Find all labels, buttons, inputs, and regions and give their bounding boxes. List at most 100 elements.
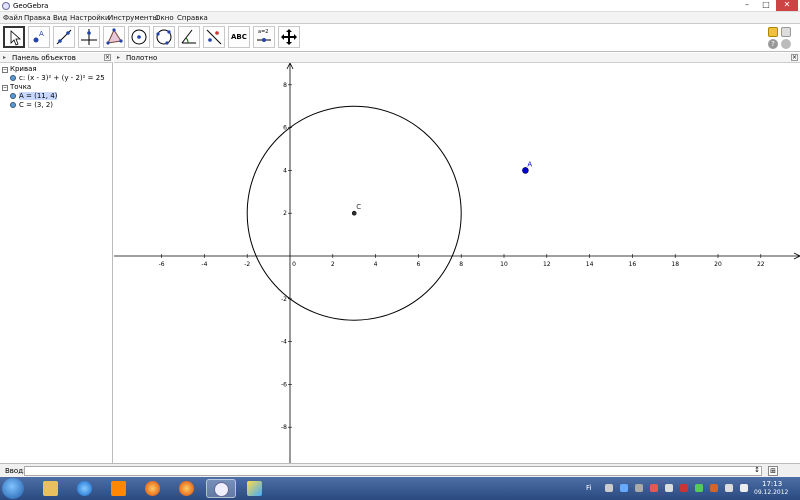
graphics-panel-header: ▸ Полотно × — [114, 53, 800, 63]
x-tick-label: 16 — [629, 261, 637, 268]
menu-options[interactable]: Настройки — [70, 14, 110, 22]
visibility-ball-icon[interactable] — [10, 93, 16, 99]
point-tool-button[interactable]: A — [28, 26, 50, 48]
tray-icon-3[interactable] — [635, 484, 643, 492]
internet-explorer-icon — [77, 481, 92, 496]
taskbar-firefox-1[interactable] — [138, 479, 168, 498]
move-graphics-tool-button[interactable] — [278, 26, 300, 48]
tray-icon-5[interactable] — [665, 484, 673, 492]
volume-icon[interactable] — [740, 484, 748, 492]
x-tick-label: 10 — [500, 261, 508, 268]
algebra-item-point-c[interactable]: C = (3, 2) — [10, 101, 53, 109]
menu-edit[interactable]: Правка — [24, 14, 51, 22]
line-icon — [56, 29, 72, 45]
visibility-ball-icon[interactable] — [10, 75, 16, 81]
menu-help[interactable]: Справка — [177, 14, 208, 22]
y-tick-label: 4 — [283, 167, 287, 174]
point-icon: A — [33, 30, 44, 43]
x-tick-label: 6 — [416, 261, 420, 268]
maximize-button[interactable]: □ — [757, 0, 775, 11]
algebra-item-text: c: (x - 3)² + (y - 2)² = 25 — [19, 74, 105, 82]
windows-taskbar: Fi 17:13 09.12.2012 — [0, 477, 800, 500]
minimize-button[interactable]: – — [738, 0, 756, 11]
settings-gear-icon[interactable] — [781, 39, 791, 49]
taskbar-paint[interactable] — [240, 479, 270, 498]
tray-icon-1[interactable] — [605, 484, 613, 492]
slider-tool-button[interactable]: a=2 — [253, 26, 275, 48]
x-tick-label: 18 — [671, 261, 679, 268]
network-icon[interactable] — [725, 484, 733, 492]
x-tick-label: 8 — [459, 261, 463, 268]
taskbar-explorer[interactable] — [36, 479, 66, 498]
folder-icon — [43, 481, 58, 496]
input-help-button[interactable]: ⊞ — [768, 466, 778, 476]
x-tick-label: -6 — [159, 261, 165, 268]
tray-icon-8[interactable] — [710, 484, 718, 492]
taskbar-media[interactable] — [104, 479, 134, 498]
close-graphics-panel-button[interactable]: × — [791, 54, 798, 61]
angle-icon — [181, 29, 196, 44]
redo-icon[interactable] — [781, 27, 791, 37]
angle-tool-button[interactable] — [178, 26, 200, 48]
help-icon[interactable]: ? — [768, 39, 778, 49]
algebra-item-text: A = (11, 4) — [19, 92, 58, 100]
input-field[interactable] — [24, 466, 762, 476]
graphics-canvas[interactable]: -6 -4 -2 0 2 4 6 8 10 12 14 16 18 20 228642-2-4-6-8AC — [114, 62, 800, 463]
x-tick-label: -2 — [244, 261, 250, 268]
start-button[interactable] — [2, 478, 24, 499]
x-tick-label: 2 — [331, 261, 335, 268]
menu-window[interactable]: Окно — [155, 14, 174, 22]
input-history-icon[interactable]: ↕ — [754, 466, 760, 474]
taskbar-ie[interactable] — [70, 479, 100, 498]
algebra-item-text: C = (3, 2) — [19, 101, 54, 109]
tray-icon-4[interactable] — [650, 484, 658, 492]
x-tick-label: 0 — [292, 261, 296, 268]
close-algebra-panel-button[interactable]: × — [104, 54, 111, 61]
taskbar-geogebra[interactable] — [206, 479, 236, 498]
menu-file[interactable]: Файл — [3, 14, 22, 22]
language-indicator[interactable]: Fi — [586, 484, 591, 492]
reflect-icon — [206, 29, 222, 45]
tray-icon-2[interactable] — [620, 484, 628, 492]
collapse-box-icon[interactable]: − — [2, 67, 8, 73]
taskbar-firefox-2[interactable] — [172, 479, 202, 498]
algebra-view: − Кривая c: (x - 3)² + (y - 2)² = 25 − Точ… — [0, 63, 113, 463]
x-tick-label: 14 — [586, 261, 594, 268]
clock-date[interactable]: 09.12.2012 — [754, 489, 788, 496]
circle-three-points-icon — [156, 29, 172, 45]
x-tick-label: 4 — [374, 261, 378, 268]
algebra-item-circle[interactable]: c: (x - 3)² + (y - 2)² = 25 — [10, 74, 105, 82]
collapse-triangle-icon[interactable]: ▸ — [117, 54, 120, 61]
input-bar: Ввод: ↕ ⊞ — [0, 463, 800, 477]
svg-text:A: A — [39, 30, 44, 38]
clock-time[interactable]: 17:13 — [762, 480, 782, 488]
firefox-icon — [145, 481, 160, 496]
y-tick-label: 2 — [283, 210, 287, 217]
undo-icon[interactable] — [768, 27, 778, 37]
circle-three-points-tool-button[interactable] — [153, 26, 175, 48]
tree-group-point[interactable]: − Точка — [2, 83, 31, 91]
perpendicular-line-tool-button[interactable] — [78, 26, 100, 48]
menu-tools[interactable]: Инструменты — [108, 14, 158, 22]
tray-icon-6[interactable] — [680, 484, 688, 492]
collapse-triangle-icon[interactable]: ▸ — [3, 54, 6, 61]
line-tool-button[interactable] — [53, 26, 75, 48]
close-button[interactable]: ✕ — [776, 0, 798, 11]
menu-bar: Файл Правка Вид Настройки Инструменты Ок… — [0, 12, 800, 24]
collapse-box-icon[interactable]: − — [2, 85, 8, 91]
visibility-ball-icon[interactable] — [10, 102, 16, 108]
menu-view[interactable]: Вид — [53, 14, 67, 22]
tray-icon-7[interactable] — [695, 484, 703, 492]
reflect-tool-button[interactable] — [203, 26, 225, 48]
circle-center-tool-button[interactable] — [128, 26, 150, 48]
x-tick-label: -4 — [201, 261, 207, 268]
y-tick-label: -6 — [281, 381, 287, 388]
text-tool-button[interactable]: ABC — [228, 26, 250, 48]
group-label: Точка — [10, 83, 32, 91]
graphics-view[interactable]: -6 -4 -2 0 2 4 6 8 10 12 14 16 18 20 22 8 6 4 2 -2 -4 -6 -8 A C — [114, 62, 800, 463]
move-tool-button[interactable] — [3, 26, 25, 48]
geogebra-window: GeoGebra – □ ✕ Файл Правка Вид Настройки… — [0, 0, 800, 500]
algebra-item-point-a[interactable]: A = (11, 4) — [10, 92, 58, 100]
polygon-tool-button[interactable] — [103, 26, 125, 48]
tree-group-curve[interactable]: − Кривая — [2, 65, 37, 73]
